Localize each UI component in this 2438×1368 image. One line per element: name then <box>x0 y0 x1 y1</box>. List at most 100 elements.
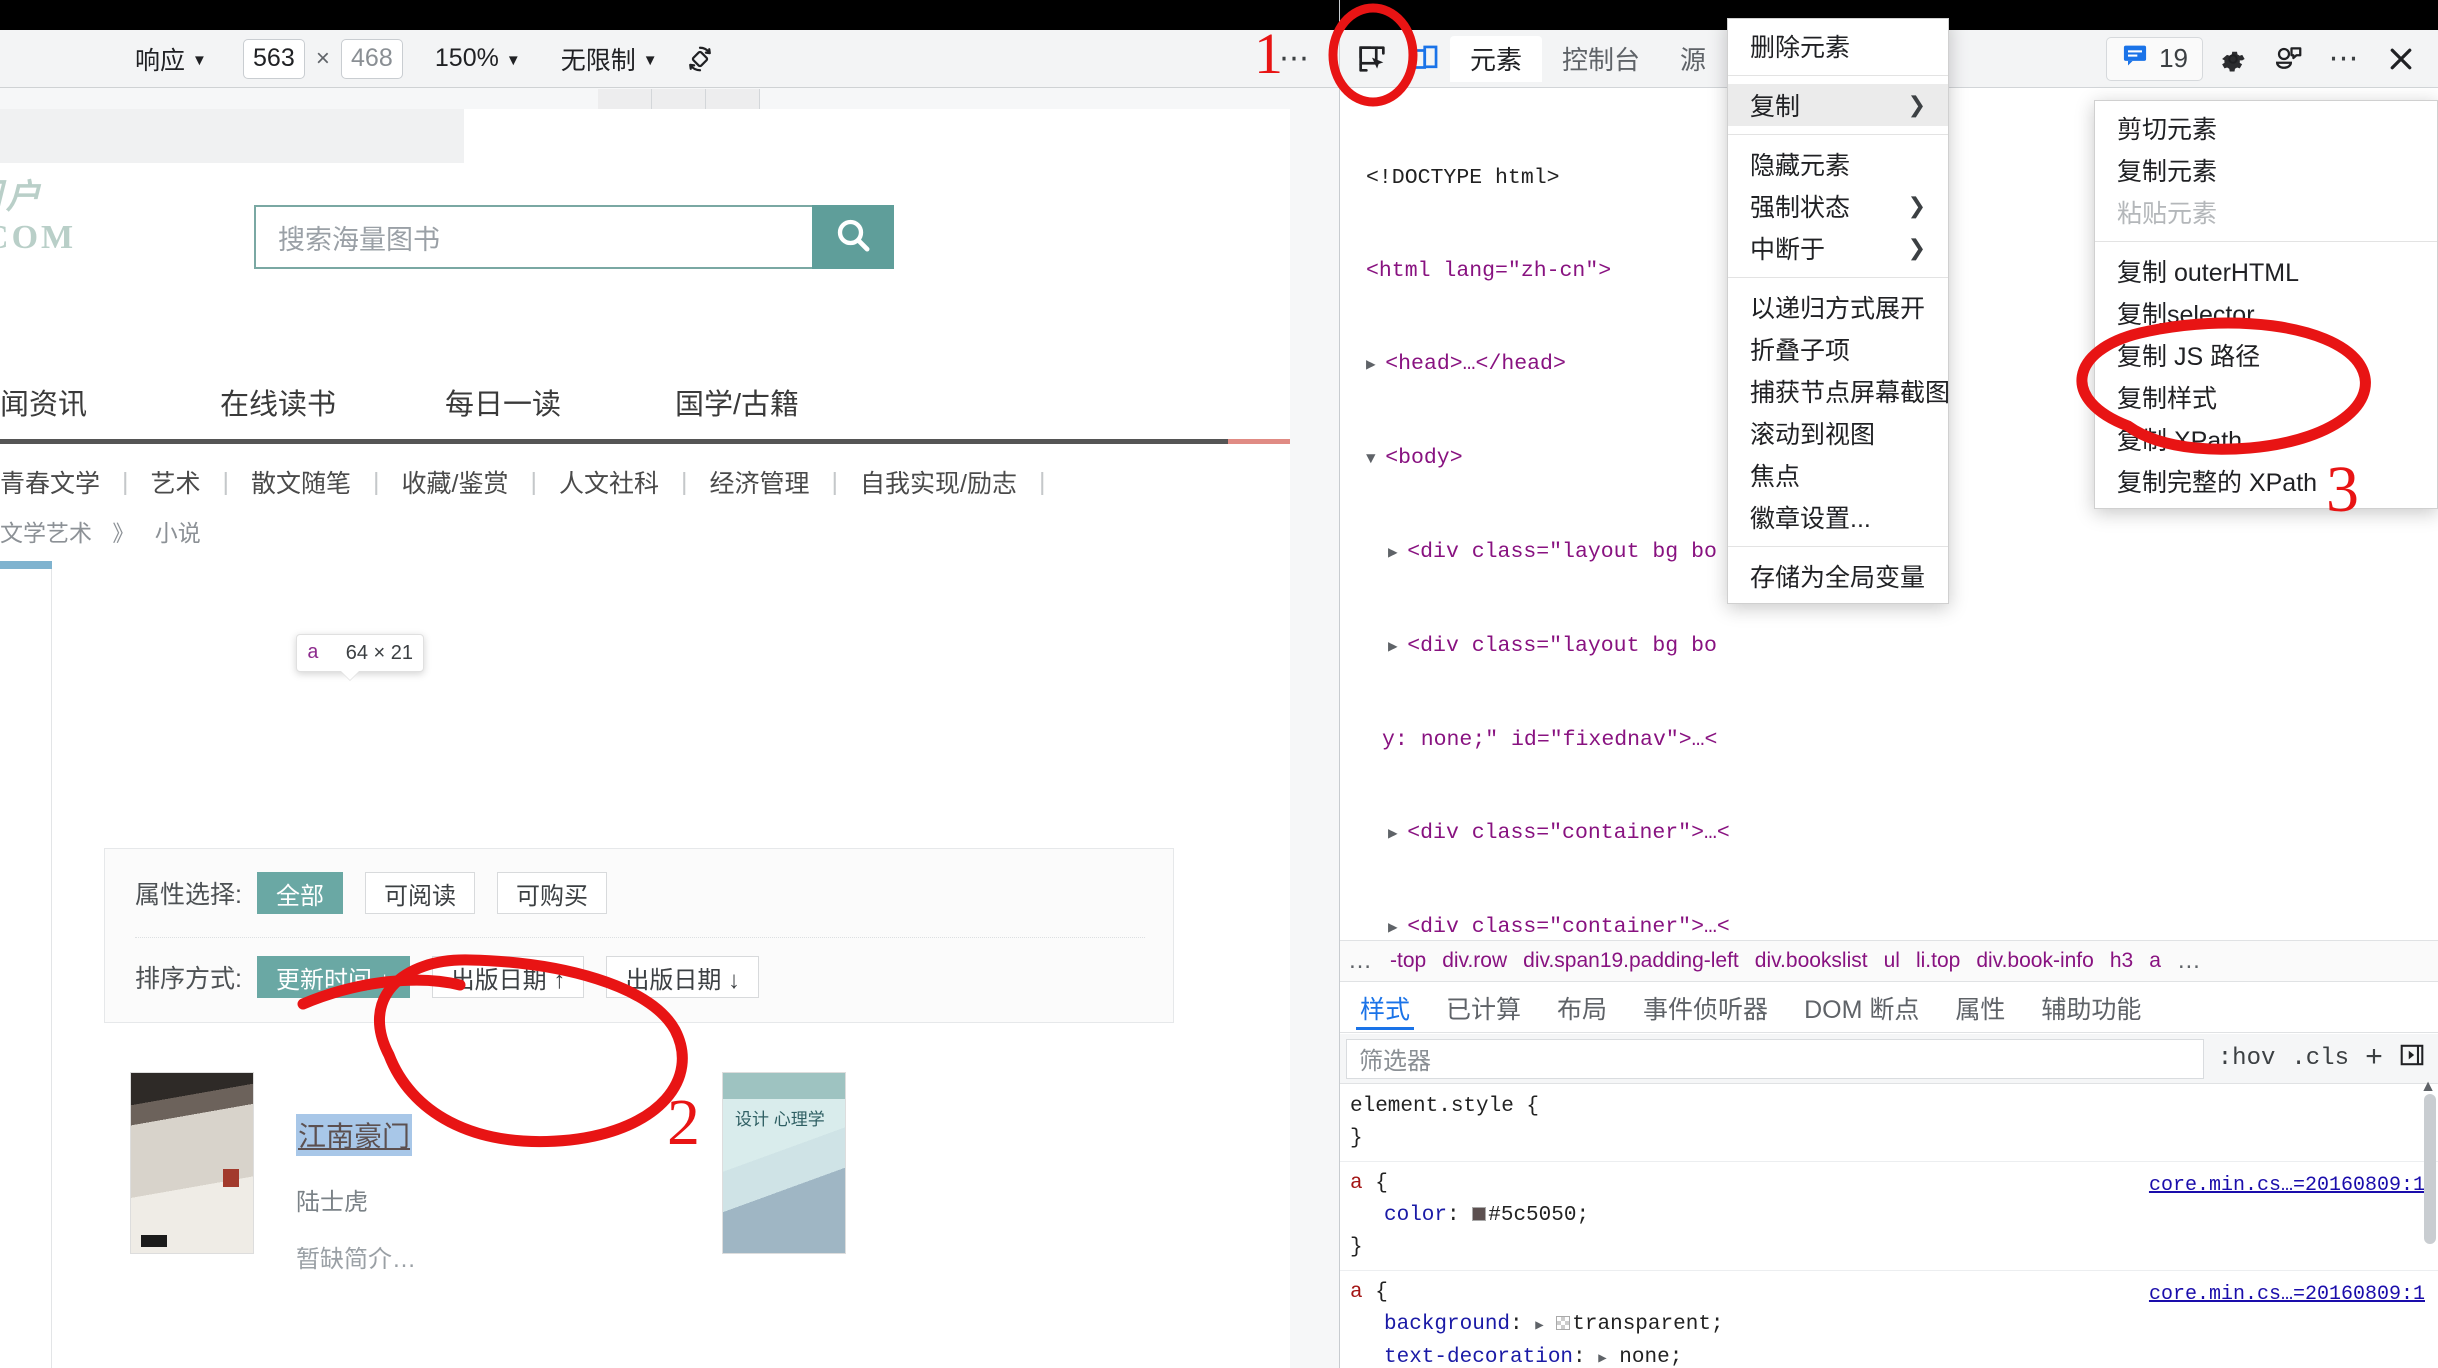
toggle-device-toolbar-icon[interactable] <box>1398 36 1450 82</box>
expand-triangle-icon[interactable]: ▶ <box>1388 544 1407 562</box>
book-cover-image[interactable]: 设计 心理学 <box>722 1072 846 1254</box>
nav-item-3[interactable]: 国学/古籍 <box>675 381 799 423</box>
nav-item-0[interactable]: 闻资讯 <box>0 381 220 423</box>
subnav-item-4[interactable]: 人文社科 <box>559 464 659 500</box>
rotate-device-icon[interactable] <box>680 39 720 79</box>
feedback-icon[interactable] <box>2263 36 2315 82</box>
attr-chip-readable[interactable]: 可阅读 <box>365 872 475 914</box>
console-message-badge[interactable]: 19 <box>2106 36 2203 81</box>
ctx-expand-recursively[interactable]: 以递归方式展开 <box>1728 286 1948 328</box>
breadcrumb-crumb[interactable]: -top <box>1390 949 1426 973</box>
attr-chip-purchasable[interactable]: 可购买 <box>497 872 607 914</box>
breadcrumb-crumb[interactable]: div.book-info <box>1976 949 2094 973</box>
ctx-copy-element[interactable]: 复制元素 <box>2095 149 2437 191</box>
css-rule[interactable]: core.min.cs…=20160809:1 a { background: … <box>1340 1271 2438 1368</box>
toggle-sidebar-icon[interactable] <box>2399 1042 2425 1076</box>
css-selector[interactable]: a <box>1350 1281 1363 1304</box>
expand-triangle-icon[interactable]: ▶ <box>1388 638 1407 656</box>
breadcrumb-parent[interactable]: 文学艺术 <box>0 520 92 546</box>
ctx-copy-selector[interactable]: 复制selector <box>2095 292 2437 334</box>
ctx-cut-element[interactable]: 剪切元素 <box>2095 107 2437 149</box>
styles-rules-list[interactable]: element.style { } core.min.cs…=20160809:… <box>1340 1085 2438 1368</box>
cls-toggle-button[interactable]: .cls <box>2291 1045 2349 1072</box>
ctx-copy-outerhtml[interactable]: 复制 outerHTML <box>2095 250 2437 292</box>
ctx-capture-node-screenshot[interactable]: 捕获节点屏幕截图 <box>1728 370 1950 412</box>
ctx-delete-element[interactable]: 删除元素 <box>1728 25 1948 67</box>
css-source-link[interactable]: core.min.cs…=20160809:1 <box>2149 1170 2425 1202</box>
hov-toggle-button[interactable]: :hov <box>2218 1045 2276 1072</box>
ctx-copy-styles[interactable]: 复制样式 <box>2095 376 2437 418</box>
tab-accessibility[interactable]: 辅助功能 <box>2027 986 2155 1030</box>
nav-item-1[interactable]: 在线读书 <box>220 381 445 423</box>
breadcrumb-crumb[interactable]: li.top <box>1916 949 1960 973</box>
disclosure-triangle-icon[interactable]: ▶ <box>1535 1318 1543 1334</box>
viewport-height-input[interactable]: 468 <box>340 38 403 79</box>
subnav-item-5[interactable]: 经济管理 <box>710 464 810 500</box>
zoom-selector[interactable]: 150% ▼ <box>425 39 531 79</box>
close-icon[interactable] <box>2375 36 2427 82</box>
subnav-item-2[interactable]: 散文随笔 <box>251 464 351 500</box>
ctx-badge-settings[interactable]: 徽章设置... <box>1728 496 1948 538</box>
subnav-item-3[interactable]: 收藏/鉴赏 <box>402 464 509 500</box>
device-selector[interactable]: 响应 ▼ <box>125 39 217 79</box>
css-property-name[interactable]: color <box>1384 1204 1447 1227</box>
sort-chip-pubdate-asc[interactable]: 出版日期 ↑ <box>431 956 585 998</box>
book-cover-image[interactable] <box>130 1072 254 1254</box>
ctx-force-state[interactable]: 强制状态 ❯ <box>1728 185 1948 227</box>
ctx-copy-js-path[interactable]: 复制 JS 路径 <box>2095 334 2437 376</box>
css-property-name[interactable]: background <box>1384 1313 1510 1336</box>
color-swatch[interactable] <box>1556 1316 1571 1330</box>
css-property-name[interactable]: text-decoration <box>1384 1346 1573 1368</box>
css-property-value[interactable]: transparent <box>1572 1313 1711 1336</box>
expand-triangle-icon[interactable]: ▶ <box>1388 825 1407 843</box>
sort-chip-update-time[interactable]: 更新时间 ↓ <box>257 956 410 998</box>
ctx-focus[interactable]: 焦点 <box>1728 454 1948 496</box>
search-input[interactable]: 搜索海量图书 <box>254 205 812 269</box>
styles-filter-input[interactable]: 筛选器 <box>1346 1038 2204 1079</box>
ctx-hide-element[interactable]: 隐藏元素 <box>1728 143 1948 185</box>
styles-scrollbar[interactable] <box>2424 1094 2436 1244</box>
breadcrumb-crumb[interactable]: h3 <box>2110 949 2133 973</box>
search-button[interactable] <box>812 205 894 269</box>
expand-triangle-icon[interactable]: ▶ <box>1366 356 1385 374</box>
nav-item-2[interactable]: 每日一读 <box>445 381 675 423</box>
book-title-link[interactable]: 江南豪门 <box>296 1114 413 1156</box>
css-property-value[interactable]: none <box>1619 1346 1669 1368</box>
ctx-collapse-children[interactable]: 折叠子项 <box>1728 328 1948 370</box>
css-selector[interactable]: a <box>1350 1172 1363 1195</box>
ctx-break-on[interactable]: 中断于 ❯ <box>1728 227 1948 269</box>
css-property-value[interactable]: #5c5050 <box>1488 1204 1576 1227</box>
color-swatch[interactable] <box>1472 1207 1487 1221</box>
collapse-triangle-icon[interactable]: ▼ <box>1366 450 1385 468</box>
ctx-copy-full-xpath[interactable]: 复制完整的 XPath <box>2095 460 2437 502</box>
tab-layout[interactable]: 布局 <box>1543 986 1621 1030</box>
breadcrumb-crumb[interactable]: ul <box>1884 949 1900 973</box>
tab-elements[interactable]: 元素 <box>1450 35 1543 82</box>
inspect-element-icon[interactable] <box>1346 36 1398 82</box>
new-style-rule-button[interactable]: + <box>2365 1042 2383 1076</box>
breadcrumb-crumb[interactable]: div.span19.padding-left <box>1523 949 1739 973</box>
more-options-icon[interactable]: ⋯ <box>2319 36 2371 82</box>
disclosure-triangle-icon[interactable]: ▶ <box>1598 1351 1606 1367</box>
tab-computed[interactable]: 已计算 <box>1432 986 1535 1030</box>
ctx-store-as-global-variable[interactable]: 存储为全局变量 <box>1728 555 1948 597</box>
tab-event-listeners[interactable]: 事件侦听器 <box>1629 986 1782 1030</box>
breadcrumb-overflow-right[interactable]: … <box>2177 947 2203 975</box>
tab-styles[interactable]: 样式 <box>1346 986 1424 1030</box>
tab-console[interactable]: 控制台 <box>1542 36 1660 82</box>
tab-properties[interactable]: 属性 <box>1941 986 2019 1030</box>
breadcrumb-overflow-left[interactable]: … <box>1348 947 1374 975</box>
breadcrumb-crumb[interactable]: div.row <box>1442 949 1507 973</box>
css-selector[interactable]: element.style <box>1350 1095 1514 1118</box>
tab-sources[interactable]: 源 <box>1660 36 1726 82</box>
ctx-copy-xpath[interactable]: 复制 XPath <box>2095 418 2437 460</box>
tab-dom-breakpoints[interactable]: DOM 断点 <box>1790 986 1933 1030</box>
throttling-selector[interactable]: 无限制 ▼ <box>551 39 668 79</box>
subnav-item-6[interactable]: 自我实现/励志 <box>860 464 1017 500</box>
ctx-scroll-into-view[interactable]: 滚动到视图 <box>1728 412 1948 454</box>
subnav-item-0[interactable]: 青春文学 <box>0 464 100 500</box>
attr-chip-all[interactable]: 全部 <box>257 872 343 914</box>
css-rule[interactable]: core.min.cs…=20160809:1 a { color: #5c50… <box>1340 1162 2438 1271</box>
css-source-link[interactable]: core.min.cs…=20160809:1 <box>2149 1279 2425 1311</box>
ctx-copy-submenu[interactable]: 复制 ❯ <box>1728 84 1948 126</box>
